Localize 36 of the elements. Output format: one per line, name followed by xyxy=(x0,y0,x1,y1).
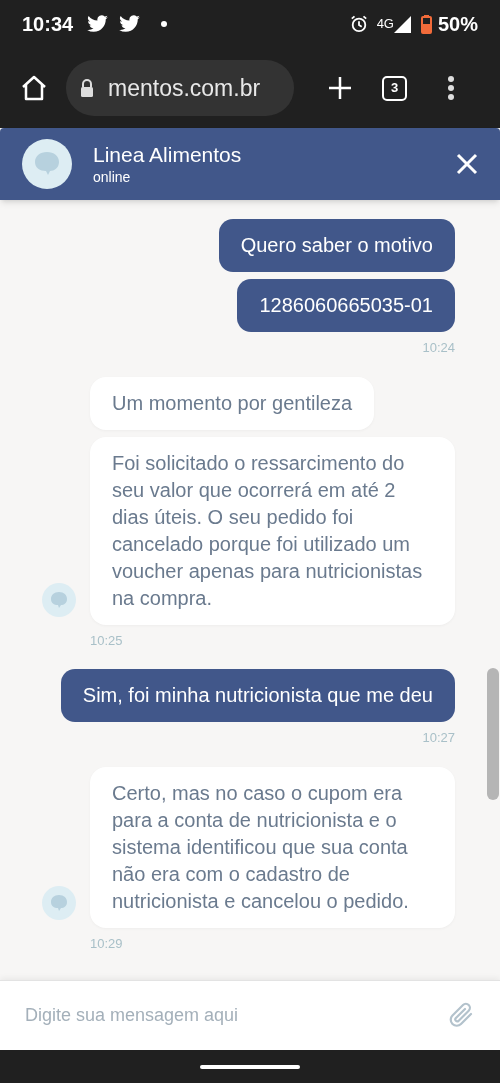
tab-count-button[interactable]: 3 xyxy=(382,75,407,101)
message-time: 10:27 xyxy=(422,729,455,747)
message-input[interactable]: Digite sua mensagem aqui xyxy=(25,1002,449,1029)
battery-percent: 50% xyxy=(437,12,478,37)
url-text: mentos.com.br xyxy=(108,73,261,103)
message-time: 10:24 xyxy=(422,339,455,357)
paperclip-icon[interactable] xyxy=(449,1001,475,1030)
message-bubble: Um momento por gentileza xyxy=(90,376,375,430)
message-time: 10:29 xyxy=(90,934,123,953)
bird-icon xyxy=(119,15,142,33)
message-time: 10:25 xyxy=(90,631,123,650)
message-bubble: Sim, foi minha nutricionista que me deu xyxy=(60,669,455,722)
status-time: 10:34 xyxy=(22,12,74,37)
message-bubble: Certo, mas no caso o cupom era para a conta de nutricionista e o sistema identificou que sua conta não era com o cadastro de nutricionista e cancelou o pedido. xyxy=(90,766,455,928)
chat-status: online xyxy=(93,168,132,186)
battery-icon xyxy=(420,14,432,34)
network-type: 4G xyxy=(376,15,394,34)
scrollbar[interactable] xyxy=(487,668,499,800)
close-icon[interactable] xyxy=(456,153,478,175)
more-icon[interactable] xyxy=(447,75,455,101)
home-icon[interactable] xyxy=(20,74,48,102)
home-indicator[interactable] xyxy=(200,1064,300,1069)
avatar-icon xyxy=(22,139,72,189)
message-bubble: 1286060665035-01 xyxy=(237,279,455,332)
agent-avatar-icon xyxy=(42,582,76,617)
agent-avatar-icon xyxy=(42,885,76,920)
message-bubble: Quero saber o motivo xyxy=(218,219,455,272)
alarm-icon xyxy=(349,15,368,33)
chat-title: Linea Alimentos xyxy=(93,142,242,168)
bird-icon xyxy=(87,15,110,33)
signal-icon xyxy=(393,15,411,33)
message-bubble: Foi solicitado o ressarcimento do seu valor que ocorrerá em até 2 dias úteis. O seu pedido foi cancelado porque foi utilizado um voucher apenas para nutricionistas na compra. xyxy=(90,436,455,625)
lock-icon xyxy=(80,79,94,97)
message-field[interactable]: Digite sua mensagem aqui xyxy=(0,980,500,1050)
address-bar[interactable]: mentos.com.br xyxy=(66,60,294,116)
plus-icon[interactable] xyxy=(328,76,352,100)
